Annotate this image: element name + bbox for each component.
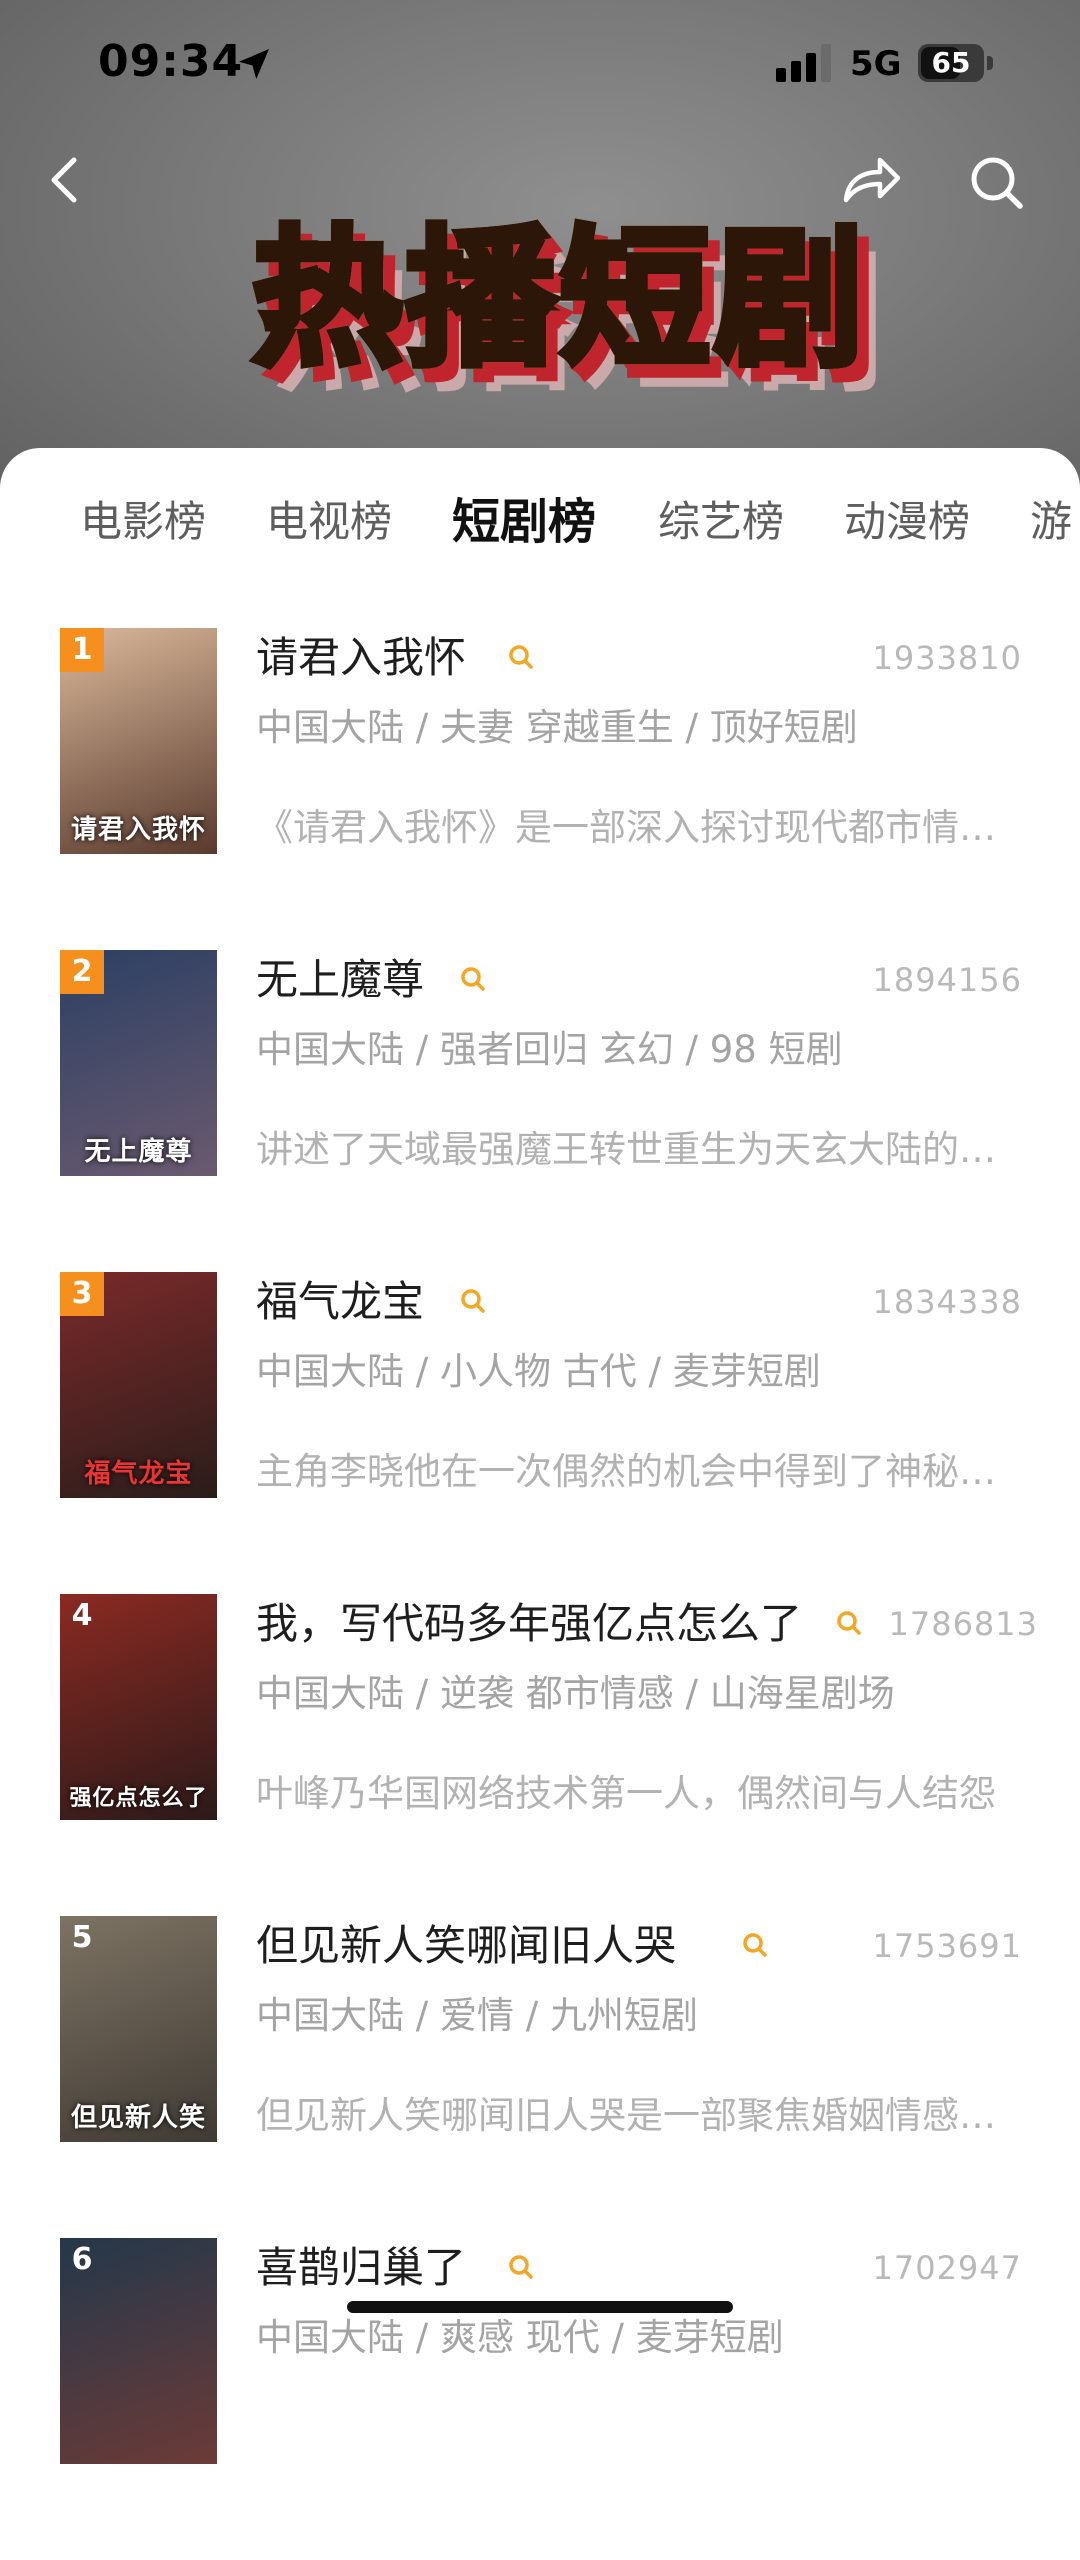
list-item[interactable]: 6 喜鹊归巢了 1702947 中国大陆 / 爽感 现代 / 麦芽短剧: [0, 2238, 1080, 2560]
item-description: 讲述了天域最强魔王转世重生为天玄大陆的少年: [256, 1128, 1016, 1171]
rank-badge: 3: [60, 1272, 104, 1316]
battery-percent: 65: [931, 46, 971, 79]
rank-badge: 6: [71, 2242, 93, 2277]
list-item[interactable]: 5 但见新人笑 但见新人笑哪闻旧人哭 1753691 中国大陆 / 爱情 / 九…: [0, 1916, 1080, 2238]
heat-value: 1933810: [872, 639, 1022, 677]
tab-variety[interactable]: 综艺榜: [658, 482, 784, 562]
item-description: 叶峰乃华国网络技术第一人，偶然间与人结怨: [256, 1772, 996, 1815]
tab-movie[interactable]: 电影榜: [80, 482, 206, 562]
item-meta: 中国大陆 / 夫妻 穿越重生 / 顶好短剧: [256, 706, 858, 749]
search-icon[interactable]: [506, 2252, 536, 2282]
battery-indicator: 65: [918, 44, 994, 82]
tab-anime[interactable]: 动漫榜: [844, 482, 970, 562]
tab-tv[interactable]: 电视榜: [266, 482, 392, 562]
poster-image[interactable]: 3 福气龙宝: [60, 1272, 217, 1498]
item-title[interactable]: 请君入我怀: [256, 628, 466, 688]
poster-caption: 福气龙宝: [84, 1459, 193, 1489]
item-title[interactable]: 福气龙宝: [256, 1272, 424, 1332]
network-label: 5G: [850, 44, 902, 84]
heat-value: 1834338: [872, 1283, 1022, 1321]
item-description: 主角李晓他在一次偶然的机会中得到了神秘的力量: [256, 1450, 1016, 1493]
search-icon[interactable]: [506, 642, 536, 672]
item-meta: 中国大陆 / 强者回归 玄幻 / 98 短剧: [256, 1028, 843, 1071]
search-icon[interactable]: [458, 1286, 488, 1316]
item-title[interactable]: 我，写代码多年强亿点怎么了: [256, 1594, 802, 1654]
tab-game[interactable]: 游: [1030, 482, 1072, 562]
rank-badge: 4: [71, 1598, 93, 1633]
poster-image[interactable]: 1 请君入我怀: [60, 628, 217, 854]
item-meta: 中国大陆 / 小人物 古代 / 麦芽短剧: [256, 1350, 821, 1393]
item-description: 《请君入我怀》是一部深入探讨现代都市情感的短剧: [256, 806, 1016, 849]
ranking-sheet: 电影榜 电视榜 短剧榜 综艺榜 动漫榜 游 1 请君入我怀 请君入我怀 1933…: [0, 448, 1080, 2464]
list-item[interactable]: 2 无上魔尊 无上魔尊 1894156 中国大陆 / 强者回归 玄幻 / 98 …: [0, 950, 1080, 1272]
item-meta: 中国大陆 / 爱情 / 九州短剧: [256, 1994, 698, 2037]
poster-image[interactable]: 2 无上魔尊: [60, 950, 217, 1176]
location-arrow-icon: [239, 49, 269, 79]
category-tabs: 电影榜 电视榜 短剧榜 综艺榜 动漫榜 游: [0, 482, 1080, 562]
item-meta: 中国大陆 / 爽感 现代 / 麦芽短剧: [256, 2316, 784, 2359]
poster-image[interactable]: 5 但见新人笑: [60, 1916, 217, 2142]
item-meta: 中国大陆 / 逆袭 都市情感 / 山海星剧场: [256, 1672, 895, 1715]
list-item[interactable]: 3 福气龙宝 福气龙宝 1834338 中国大陆 / 小人物 古代 / 麦芽短剧…: [0, 1272, 1080, 1594]
heat-value: 1753691: [872, 1927, 1022, 1965]
home-indicator[interactable]: [347, 2301, 733, 2313]
search-icon[interactable]: [458, 964, 488, 994]
item-description: 但见新人笑哪闻旧人哭是一部聚焦婚姻情感的短剧: [256, 2094, 1016, 2137]
poster-caption: 强亿点怎么了: [69, 1786, 208, 1811]
list-item[interactable]: 1 请君入我怀 请君入我怀 1933810 中国大陆 / 夫妻 穿越重生 / 顶…: [0, 628, 1080, 950]
heat-value: 1894156: [872, 961, 1022, 999]
rank-badge: 5: [71, 1920, 93, 1955]
status-bar: 09:34 5G 65: [0, 0, 1080, 130]
status-time: 09:34: [98, 36, 244, 87]
search-icon[interactable]: [740, 1930, 770, 1960]
banner-title-text: 热播短剧: [210, 200, 910, 400]
item-title[interactable]: 但见新人笑哪闻旧人哭: [256, 1916, 676, 1976]
search-icon[interactable]: [834, 1608, 864, 1638]
rank-badge: 2: [60, 950, 104, 994]
search-icon[interactable]: [966, 152, 1028, 214]
signal-icon: [776, 44, 831, 82]
item-title[interactable]: 喜鹊归巢了: [256, 2238, 466, 2298]
heat-value: 1702947: [872, 2249, 1022, 2287]
tab-short-drama[interactable]: 短剧榜: [452, 482, 596, 562]
item-title[interactable]: 无上魔尊: [256, 950, 424, 1010]
poster-caption: 请君入我怀: [70, 815, 206, 845]
heat-value: 1786813: [888, 1605, 1038, 1643]
poster-caption: 无上魔尊: [84, 1137, 193, 1167]
back-arrow-icon[interactable]: [40, 150, 90, 210]
poster-caption: 但见新人笑: [70, 2103, 206, 2133]
banner-title: 热播短剧 热播短剧 热播短剧 热播短剧: [210, 200, 910, 430]
poster-image[interactable]: 6: [60, 2238, 217, 2464]
poster-image[interactable]: 4 强亿点怎么了: [60, 1594, 217, 1820]
list-item[interactable]: 4 强亿点怎么了 我，写代码多年强亿点怎么了 1786813 中国大陆 / 逆袭…: [0, 1594, 1080, 1916]
rank-badge: 1: [60, 628, 104, 672]
